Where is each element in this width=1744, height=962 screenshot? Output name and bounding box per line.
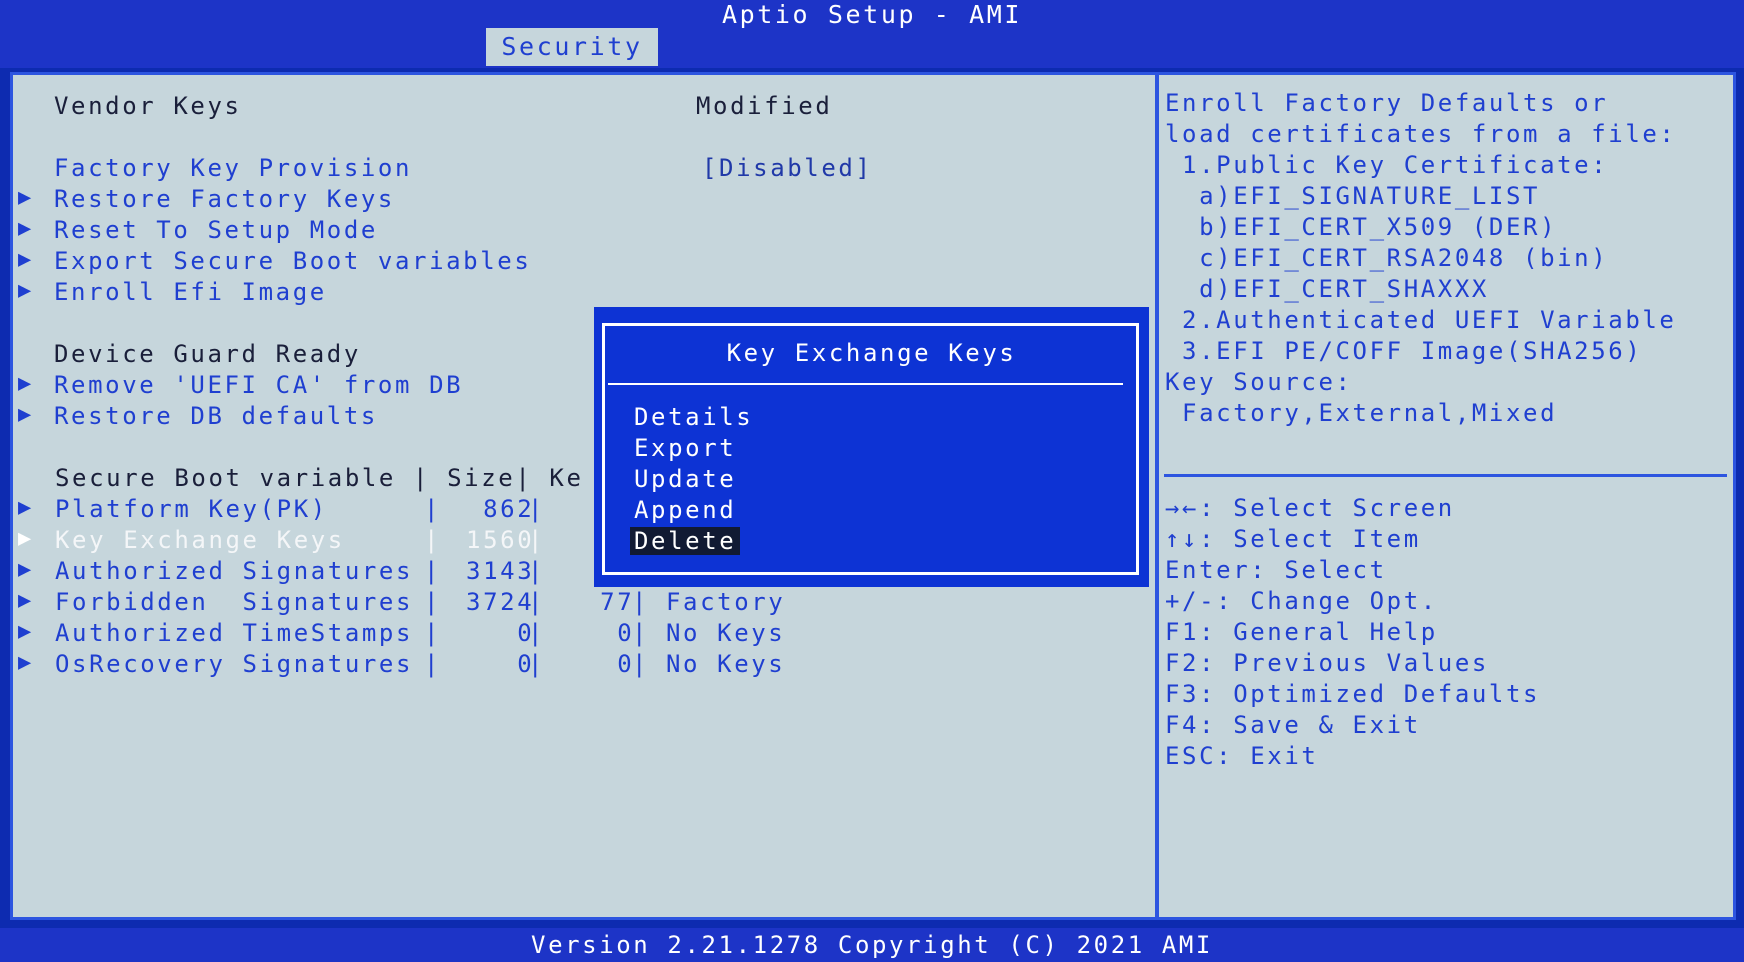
row-size: 1560 (449, 526, 535, 554)
key-exchange-keys-dialog: Key Exchange Keys Details Export Update … (594, 307, 1149, 587)
row-sep: | (424, 650, 442, 678)
action-label[interactable]: Export Secure Boot variables (54, 247, 531, 275)
submenu-arrow-icon: ▶ (18, 526, 34, 551)
table-header: Secure Boot variable | Size| Ke (55, 464, 584, 492)
help-line: Enroll Factory Defaults or (1165, 89, 1609, 117)
dialog-option-append[interactable]: Append (630, 496, 740, 524)
row-name[interactable]: OsRecovery Signatures (55, 650, 413, 678)
submenu-arrow-icon: ▶ (18, 588, 34, 613)
help-line: 2.Authenticated UEFI Variable (1165, 306, 1677, 334)
action-label[interactable]: Remove 'UEFI CA' from DB (54, 371, 463, 399)
dialog-option-update[interactable]: Update (630, 465, 740, 493)
row-source: Factory (666, 588, 786, 616)
submenu-arrow-icon: ▶ (18, 247, 34, 272)
row-sep: | (424, 495, 442, 523)
factory-key-provision-value[interactable]: [Disabled] (702, 154, 873, 182)
panel-divider (1155, 72, 1159, 920)
row-sep: | (528, 557, 546, 585)
row-source: No Keys (666, 619, 786, 647)
action-label[interactable]: Restore DB defaults (54, 402, 378, 430)
submenu-arrow-icon: ▶ (18, 185, 34, 210)
row-size: 0 (449, 619, 535, 647)
key-hint: Enter: Select (1165, 556, 1387, 584)
row-name[interactable]: Key Exchange Keys (55, 526, 413, 554)
row-source: No Keys (666, 650, 786, 678)
row-size: 3143 (449, 557, 535, 585)
row-size: 3724 (449, 588, 535, 616)
help-line: b)EFI_CERT_X509 (DER) (1165, 213, 1558, 241)
action-label[interactable]: Restore Factory Keys (54, 185, 395, 213)
row-sep: | (528, 650, 546, 678)
row-sep: | (528, 588, 546, 616)
key-hint: +/-: Change Opt. (1165, 587, 1438, 615)
help-divider (1164, 474, 1727, 477)
key-hint: F3: Optimized Defaults (1165, 680, 1541, 708)
dialog-option-details[interactable]: Details (630, 403, 757, 431)
row-sep: | (424, 619, 442, 647)
row-size: 0 (449, 650, 535, 678)
row-sep: | (528, 495, 546, 523)
dialog-option-delete[interactable]: Delete (630, 527, 741, 555)
vendor-keys-label: Vendor Keys (54, 92, 242, 120)
dialog-option-export[interactable]: Export (630, 434, 740, 462)
row-keys: 0 (549, 650, 635, 678)
key-hint: →←: Select Screen (1165, 494, 1455, 522)
row-keys: 77 (549, 588, 635, 616)
submenu-arrow-icon: ▶ (18, 650, 34, 675)
row-size: 862 (449, 495, 535, 523)
help-line: 1.Public Key Certificate: (1165, 151, 1609, 179)
submenu-arrow-icon: ▶ (18, 371, 34, 396)
submenu-arrow-icon: ▶ (18, 402, 34, 427)
submenu-arrow-icon: ▶ (18, 495, 34, 520)
dialog-separator (608, 383, 1123, 385)
factory-key-provision-label[interactable]: Factory Key Provision (54, 154, 412, 182)
key-hint: F4: Save & Exit (1165, 711, 1421, 739)
dialog-title: Key Exchange Keys (726, 339, 1017, 367)
row-sep: | (424, 526, 442, 554)
row-name[interactable]: Authorized TimeStamps (55, 619, 413, 647)
row-name[interactable]: Forbidden Signatures (55, 588, 413, 616)
tab-security[interactable]: Security (486, 28, 658, 66)
action-label[interactable]: Enroll Efi Image (54, 278, 327, 306)
row-sep: | (528, 619, 546, 647)
row-sep: | (632, 588, 650, 616)
row-sep: | (528, 526, 546, 554)
row-sep: | (424, 557, 442, 585)
help-line: 3.EFI PE/COFF Image(SHA256) (1165, 337, 1643, 365)
version-footer: Version 2.21.1278 Copyright (C) 2021 AMI (0, 928, 1744, 962)
key-hint: ESC: Exit (1165, 742, 1319, 770)
window-title: Aptio Setup - AMI (721, 0, 1023, 29)
submenu-arrow-icon: ▶ (18, 278, 34, 303)
action-label[interactable]: Reset To Setup Mode (54, 216, 378, 244)
help-line: load certificates from a file: (1165, 120, 1677, 148)
help-line: c)EFI_CERT_RSA2048 (bin) (1165, 244, 1609, 272)
row-name[interactable]: Authorized Signatures (55, 557, 413, 585)
row-sep: | (632, 619, 650, 647)
submenu-arrow-icon: ▶ (18, 619, 34, 644)
device-guard-label: Device Guard Ready (54, 340, 361, 368)
help-line: d)EFI_CERT_SHAXXX (1165, 275, 1489, 303)
vendor-keys-value: Modified (696, 92, 833, 120)
row-sep: | (632, 650, 650, 678)
row-name[interactable]: Platform Key(PK) (55, 495, 413, 523)
key-hint: F2: Previous Values (1165, 649, 1489, 677)
row-keys: 0 (549, 619, 635, 647)
help-line: a)EFI_SIGNATURE_LIST (1165, 182, 1541, 210)
key-hint: ↑↓: Select Item (1165, 525, 1421, 553)
submenu-arrow-icon: ▶ (18, 216, 34, 241)
submenu-arrow-icon: ▶ (18, 557, 34, 582)
row-sep: | (424, 588, 442, 616)
help-line: Key Source: (1165, 368, 1353, 396)
key-hint: F1: General Help (1165, 618, 1438, 646)
help-line: Factory,External,Mixed (1165, 399, 1558, 427)
